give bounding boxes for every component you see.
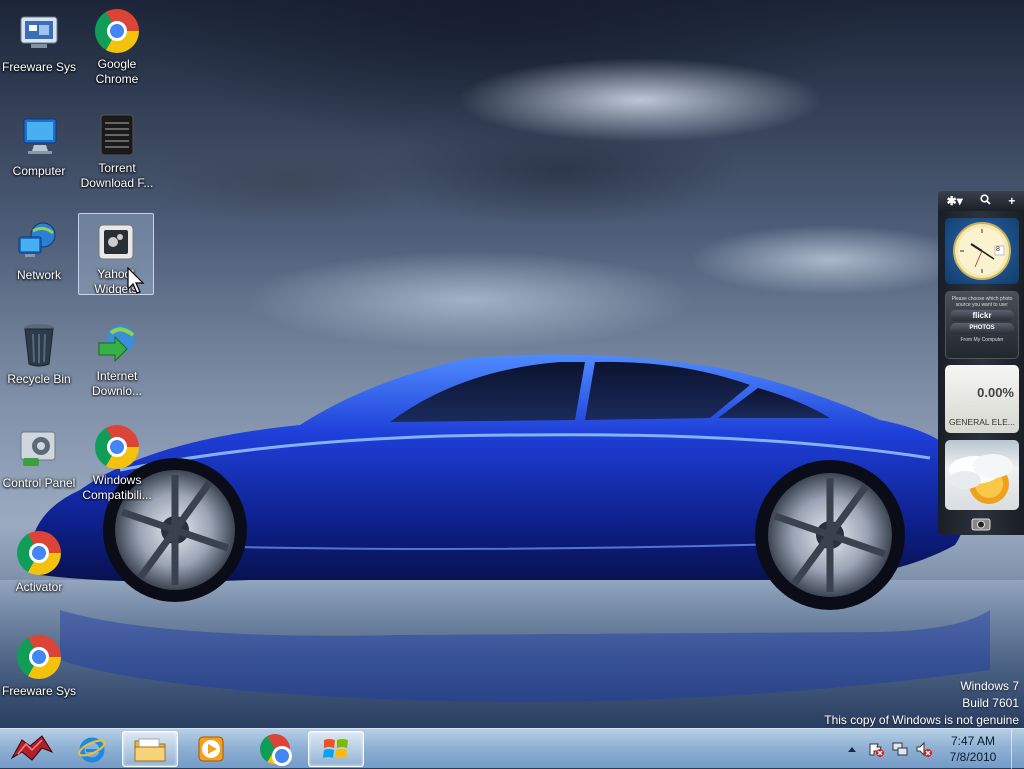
desktop-icon-freeware-sys[interactable]: Freeware Sys: [1, 3, 77, 85]
desktop-icon-freeware-sys-2[interactable]: Freeware Sys: [1, 627, 77, 709]
show-hidden-icons-chevron[interactable]: [843, 740, 861, 758]
add-widget-icon[interactable]: +: [1008, 194, 1015, 208]
desktop-icon-recycle-bin[interactable]: Recycle Bin: [1, 315, 77, 397]
chrome-icon: [15, 529, 63, 577]
system-tray: [840, 729, 936, 769]
network-icon: [15, 217, 63, 265]
clock-widget[interactable]: 8: [945, 218, 1019, 284]
action-center-icon[interactable]: [867, 740, 885, 758]
control-panel-icon: [15, 425, 63, 473]
start-orb-icon[interactable]: [6, 731, 58, 767]
desktop-icon-windows-compatibility[interactable]: Windows Compatibili...: [79, 419, 155, 501]
stock-company-name: GENERAL ELE...: [949, 417, 1015, 427]
yahoo-widgets-icon: [92, 220, 140, 264]
camera-icon[interactable]: [966, 516, 996, 532]
torrent-download-icon: [93, 113, 141, 158]
taskbar-clock[interactable]: 7:47 AM 7/8/2010: [938, 733, 1008, 765]
flickr-prompt: Please choose which photo source you wan…: [951, 296, 1013, 308]
yahoo-photos-source-button[interactable]: PHOTOS: [950, 323, 1014, 334]
volume-muted-icon[interactable]: [915, 740, 933, 758]
windows-explorer-icon: [134, 738, 166, 762]
flickr-widget[interactable]: Please choose which photo source you wan…: [945, 291, 1019, 359]
internet-explorer-taskbar-button[interactable]: [64, 731, 120, 767]
search-icon[interactable]: [980, 194, 991, 208]
chrome-taskbar-button[interactable]: [247, 731, 303, 767]
chrome-icon: [15, 633, 63, 681]
computer-icon: [15, 113, 63, 161]
clock-face-icon: [953, 222, 1011, 280]
watermark-not-genuine: This copy of Windows is not genuine: [824, 713, 1019, 727]
windows-media-player-taskbar-button[interactable]: [183, 731, 239, 767]
windows-update-icon: [323, 739, 348, 758]
clock-date: 8: [996, 246, 1000, 253]
windows-explorer-taskbar-button[interactable]: [122, 731, 178, 767]
computer-source-button[interactable]: From My Computer: [946, 334, 1018, 343]
stock-change-percent: 0.00%: [977, 385, 1014, 400]
weather-widget[interactable]: [945, 440, 1019, 510]
chrome-icon: [260, 734, 292, 766]
mouse-cursor-icon: [127, 267, 145, 294]
chrome-icon: [93, 425, 141, 470]
weather-sun-cloud-icon: [949, 454, 1013, 504]
show-desktop-button[interactable]: [1011, 729, 1024, 769]
internet-explorer-icon: [78, 737, 106, 763]
watermark-os: Windows 7: [960, 679, 1019, 693]
desktop-icon-control-panel[interactable]: Control Panel: [1, 419, 77, 501]
watermark-build: Build 7601: [962, 696, 1019, 710]
windows-watermark: Windows 7 Build 7601 This copy of Window…: [824, 678, 1019, 729]
flickr-source-button[interactable]: flickr: [950, 310, 1014, 321]
yahoo-widgets-dock: ✱▾ + 8 Please choose which photo source …: [938, 191, 1024, 535]
wallpaper-sports-car: [30, 354, 990, 702]
desktop-icon-internet-download-manager[interactable]: Internet Downlo...: [79, 315, 155, 397]
chrome-icon: [93, 9, 141, 54]
windows-media-player-icon: [198, 736, 224, 762]
recycle-bin-icon: [15, 321, 63, 369]
stock-widget[interactable]: 0.00% GE GENERAL ELE...: [945, 365, 1019, 433]
windows-update-taskbar-button[interactable]: [308, 731, 364, 767]
desktop-icon-computer[interactable]: Computer: [1, 107, 77, 189]
network-icon[interactable]: [891, 740, 909, 758]
freeware-sys-icon: [15, 9, 63, 57]
desktop-icon-torrent-download[interactable]: Torrent Download F...: [79, 107, 155, 189]
desktop-icon-google-chrome[interactable]: Google Chrome: [79, 3, 155, 85]
gear-icon[interactable]: ✱▾: [947, 194, 963, 208]
internet-download-manager-icon: [93, 321, 141, 366]
desktop-icon-activator[interactable]: Activator: [1, 523, 77, 605]
widget-dock-toolbar: ✱▾ +: [938, 191, 1024, 211]
taskbar: 7:47 AM 7/8/2010: [0, 728, 1024, 769]
clock-date: 7/8/2010: [949, 750, 997, 764]
clock-time: 7:47 AM: [950, 734, 996, 748]
desktop-icon-network[interactable]: Network: [1, 211, 77, 293]
